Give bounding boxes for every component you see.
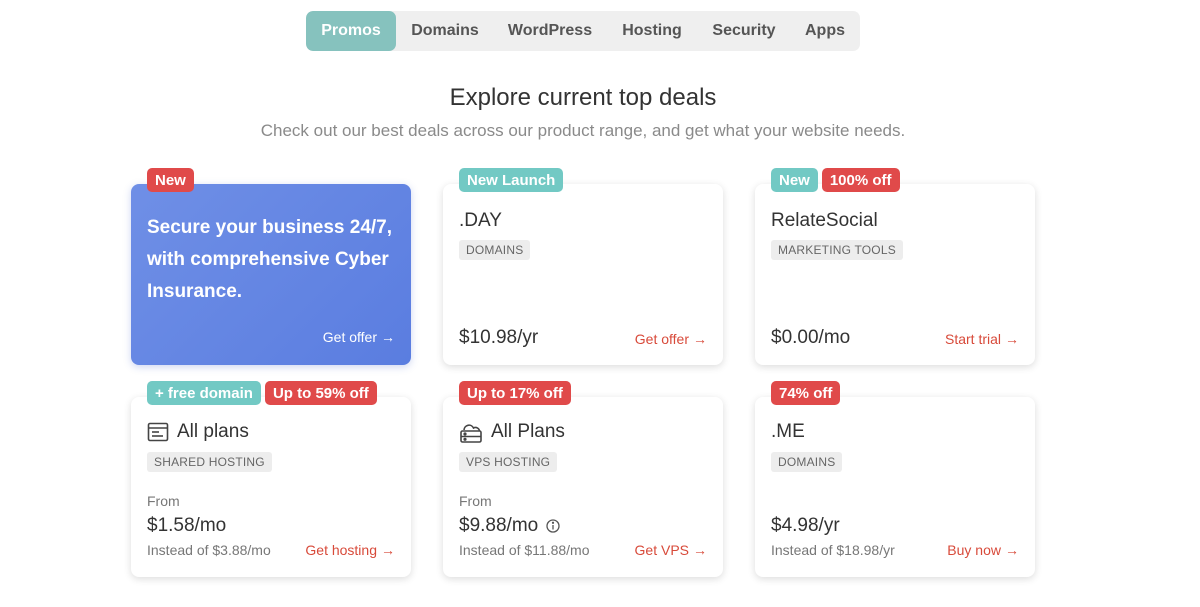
card-title: All plans: [147, 421, 249, 443]
card-title-text: .ME: [771, 421, 805, 442]
category-tag: DOMAINS: [771, 452, 843, 472]
discount-badge: 100% off: [821, 168, 900, 192]
card-title-text: RelateSocial: [771, 210, 878, 231]
badge-group: + free domain Up to 59% off: [147, 381, 377, 405]
arrow-right-icon: →: [381, 542, 395, 558]
category-tag: DOMAINS: [459, 240, 531, 260]
price-value: $1.58/mo: [147, 515, 227, 536]
browser-window-icon: [147, 422, 169, 442]
page-title: Explore current top deals: [449, 84, 717, 111]
card-title-text: .DAY: [459, 210, 502, 231]
vps-hosting-card[interactable]: Up to 17% off All Plans VPS HOSTING From…: [443, 381, 723, 577]
get-hosting-link[interactable]: Get hosting →: [305, 542, 395, 558]
price: $4.98/yr: [771, 515, 840, 537]
from-label: From: [459, 493, 492, 509]
badge-group: New Launch: [459, 168, 564, 192]
price-value: $9.88/mo: [459, 515, 539, 536]
arrow-right-icon: →: [693, 542, 707, 558]
get-offer-link[interactable]: Get offer →: [323, 329, 395, 345]
badge-group: Up to 17% off: [459, 381, 571, 405]
badge-group: 74% off: [771, 381, 841, 405]
shared-hosting-card[interactable]: + free domain Up to 59% off All plans SH…: [131, 381, 411, 577]
card-title: .ME: [771, 421, 805, 443]
info-icon[interactable]: [546, 519, 560, 533]
price: $0.00/mo: [771, 327, 851, 348]
from-label: From: [147, 493, 180, 509]
badge-group: New: [147, 168, 194, 192]
discount-badge: Up to 17% off: [459, 381, 571, 405]
get-hosting-label: Get hosting: [305, 542, 377, 558]
price: $10.98/yr: [459, 327, 539, 348]
price: $1.58/mo: [147, 515, 226, 537]
get-offer-label: Get offer: [322, 329, 377, 345]
card-title: .DAY: [459, 210, 502, 232]
tab-apps[interactable]: Apps: [790, 11, 860, 51]
original-price: Instead of $3.88/mo: [147, 542, 271, 558]
discount-badge: Up to 59% off: [264, 381, 377, 405]
card-title: All Plans: [459, 421, 565, 443]
discount-badge: 74% off: [771, 381, 841, 405]
relatesocial-card[interactable]: New 100% off RelateSocial MARKETING TOOL…: [755, 168, 1035, 365]
get-offer-label: Get offer: [634, 331, 689, 347]
category-tabs: Promos Domains WordPress Hosting Securit…: [306, 11, 860, 51]
new-badge: New: [147, 168, 194, 192]
get-offer-link[interactable]: Get offer →: [635, 331, 707, 347]
card-title-text: All Plans: [491, 421, 565, 442]
arrow-right-icon: →: [693, 331, 707, 347]
get-vps-link[interactable]: Get VPS →: [635, 542, 707, 558]
original-price: Instead of $18.98/yr: [771, 542, 895, 558]
get-vps-label: Get VPS: [634, 542, 689, 558]
promo-text: Secure your business 24/7, with comprehe…: [147, 217, 393, 302]
cyber-insurance-card[interactable]: New Secure your business 24/7, with comp…: [131, 168, 411, 365]
badge-group: New 100% off: [771, 168, 900, 192]
category-tag: MARKETING TOOLS: [771, 240, 903, 260]
tab-domains[interactable]: Domains: [396, 11, 494, 51]
card-title-text: All plans: [177, 421, 249, 442]
tab-promos[interactable]: Promos: [306, 11, 396, 51]
tab-wordpress[interactable]: WordPress: [494, 11, 606, 51]
price: $9.88/mo: [459, 515, 560, 537]
day-domain-card[interactable]: New Launch .DAY DOMAINS $10.98/yr Get of…: [443, 168, 723, 365]
new-launch-badge: New Launch: [459, 168, 564, 192]
tab-hosting[interactable]: Hosting: [606, 11, 698, 51]
start-trial-link[interactable]: Start trial →: [945, 331, 1019, 347]
free-domain-badge: + free domain: [147, 381, 261, 405]
me-domain-card[interactable]: 74% off .ME DOMAINS $4.98/yr Instead of …: [755, 381, 1035, 577]
cloud-server-icon: [459, 421, 483, 443]
buy-now-label: Buy now: [947, 542, 1001, 558]
new-badge: New: [771, 168, 818, 192]
tab-security[interactable]: Security: [698, 11, 790, 51]
page-subtitle: Check out our best deals across our prod…: [260, 121, 906, 140]
card-title: RelateSocial: [771, 210, 878, 232]
arrow-right-icon: →: [1005, 331, 1019, 347]
category-tag: VPS HOSTING: [459, 452, 558, 472]
price-value: $4.98/yr: [771, 515, 840, 536]
arrow-right-icon: →: [1005, 542, 1019, 558]
buy-now-link[interactable]: Buy now →: [947, 542, 1019, 558]
category-tag: SHARED HOSTING: [147, 452, 272, 472]
start-trial-label: Start trial: [944, 331, 1001, 347]
arrow-right-icon: →: [381, 329, 395, 345]
original-price: Instead of $11.88/mo: [459, 542, 590, 558]
